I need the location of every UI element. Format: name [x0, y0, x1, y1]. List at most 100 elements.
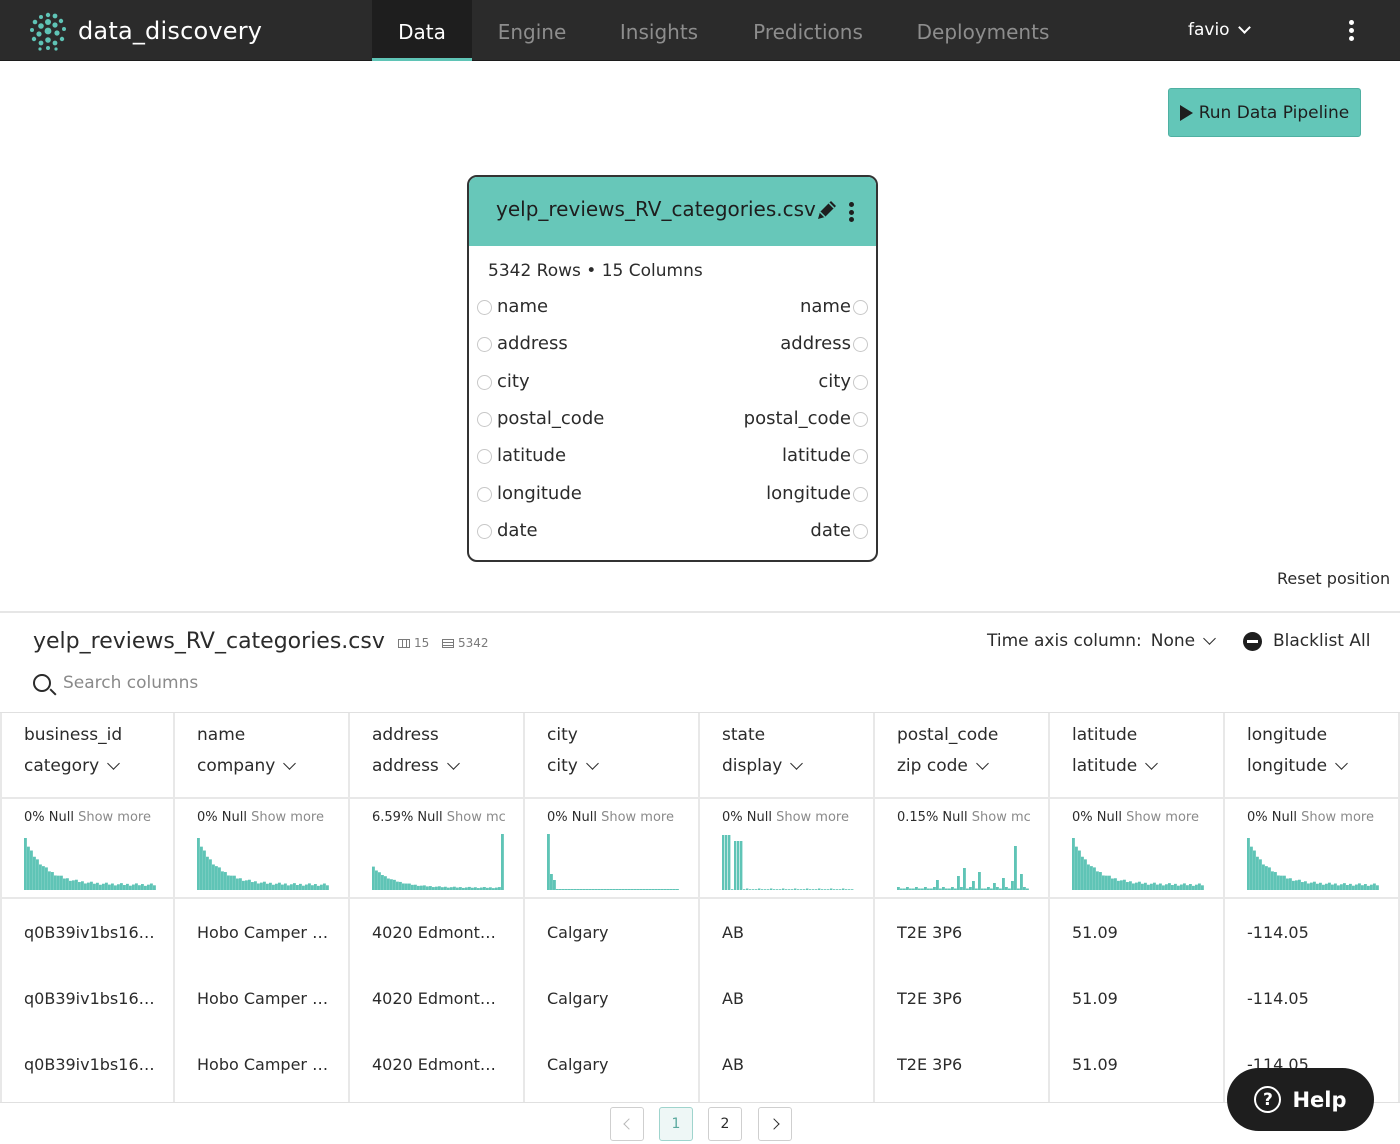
column-type-select[interactable]: company [197, 756, 297, 776]
histogram-bar [851, 889, 854, 890]
column-card: longitude longitude 0% Null Show more -114.… [1225, 713, 1400, 1102]
histogram-bar [598, 889, 601, 890]
tab-data[interactable]: Data [372, 0, 472, 61]
input-port-icon[interactable] [477, 337, 492, 352]
table-cell: Calgary [547, 923, 609, 942]
column-type-select[interactable]: city [547, 756, 599, 776]
histogram-bar [429, 886, 432, 890]
histogram-bar [1026, 888, 1029, 890]
histogram-bar [634, 889, 637, 890]
histogram-bar [1120, 880, 1123, 890]
tab-predictions[interactable]: Predictions [740, 0, 876, 61]
search-columns-input[interactable] [63, 673, 363, 693]
show-more-link[interactable]: Show more [776, 810, 849, 825]
column-header[interactable]: latitude latitude [1050, 713, 1223, 799]
tab-engine[interactable]: Engine [482, 0, 582, 61]
reset-position-link[interactable]: Reset position [1277, 569, 1390, 588]
histogram-bar [978, 872, 981, 890]
column-type-select[interactable]: longitude [1247, 756, 1348, 776]
input-port-icon[interactable] [477, 375, 492, 390]
histogram-bar [311, 885, 314, 890]
output-port-icon[interactable] [853, 412, 868, 427]
column-header[interactable]: postal_code zip code [875, 713, 1048, 799]
show-more-link[interactable]: Show mc [972, 810, 1031, 825]
histogram-bar [387, 878, 390, 890]
prev-page-button[interactable] [610, 1107, 644, 1141]
tab-insights[interactable]: Insights [600, 0, 718, 61]
tab-deployments[interactable]: Deployments [900, 0, 1066, 61]
time-axis-select[interactable]: Time axis column: None [987, 631, 1217, 651]
show-more-link[interactable]: Show more [78, 810, 151, 825]
histogram-bar [761, 889, 764, 890]
histogram-bar [1337, 885, 1340, 890]
histogram-bar [770, 888, 773, 890]
column-header[interactable]: city city [525, 713, 698, 799]
histogram-bar [933, 887, 936, 890]
column-name: city [547, 725, 578, 745]
output-port-icon[interactable] [853, 375, 868, 390]
user-menu[interactable]: favio [1188, 20, 1251, 40]
help-button[interactable]: ? Help [1227, 1068, 1374, 1131]
histogram-bar [1364, 884, 1367, 890]
column-name: state [722, 725, 766, 745]
histogram [1072, 838, 1204, 890]
input-port-icon[interactable] [477, 487, 492, 502]
blacklist-all-button[interactable]: Blacklist All [1243, 631, 1370, 651]
output-port-icon[interactable] [853, 487, 868, 502]
dataset-node[interactable]: yelp_reviews_RV_categories.csv 5342 Rows… [467, 175, 878, 562]
port-row: name name [469, 294, 876, 324]
input-port-icon[interactable] [477, 412, 492, 427]
pencil-icon[interactable] [814, 197, 840, 223]
column-stats: 6.59% Null Show mc [350, 799, 523, 899]
histogram-bar [906, 887, 909, 890]
output-port-icon[interactable] [853, 449, 868, 464]
show-more-link[interactable]: Show more [601, 810, 674, 825]
column-header[interactable]: name company [175, 713, 348, 799]
output-port-icon[interactable] [853, 524, 868, 539]
more-options-icon[interactable] [1345, 20, 1357, 42]
histogram-bar [1171, 885, 1174, 890]
chevron-down-icon [1237, 21, 1251, 34]
page-2-button[interactable]: 2 [708, 1107, 742, 1141]
histogram-bar [604, 889, 607, 890]
column-type-select[interactable]: latitude [1072, 756, 1159, 776]
page-1-button[interactable]: 1 [659, 1107, 693, 1141]
histogram-bar [987, 887, 990, 890]
input-port-icon[interactable] [477, 300, 492, 315]
histogram-bar [1168, 883, 1171, 890]
histogram-bar [197, 838, 200, 890]
histogram-bar [269, 882, 272, 890]
column-type-select[interactable]: display [722, 756, 804, 776]
column-header[interactable]: state display [700, 713, 873, 799]
play-icon [1179, 104, 1193, 121]
panel-divider[interactable] [0, 611, 1400, 613]
output-port-icon[interactable] [853, 337, 868, 352]
column-header[interactable]: business_id category [2, 713, 173, 799]
help-label: Help [1292, 1087, 1347, 1112]
output-port-icon[interactable] [853, 300, 868, 315]
show-more-link[interactable]: Show more [1301, 810, 1374, 825]
port-row: address address [469, 331, 876, 361]
show-more-link[interactable]: Show more [251, 810, 324, 825]
column-name: address [372, 725, 439, 745]
input-port-icon[interactable] [477, 524, 492, 539]
column-header[interactable]: address address [350, 713, 523, 799]
column-type-select[interactable]: address [372, 756, 460, 776]
brand[interactable]: data_discovery [26, 10, 262, 52]
column-type-select[interactable]: zip code [897, 756, 989, 776]
next-page-button[interactable] [758, 1107, 792, 1141]
histogram-bar [803, 889, 806, 890]
column-header[interactable]: longitude longitude [1225, 713, 1398, 799]
show-more-link[interactable]: Show mc [447, 810, 506, 825]
dataset-node-header[interactable]: yelp_reviews_RV_categories.csv [469, 177, 876, 246]
column-stats: 0% Null Show more [2, 799, 173, 899]
histogram-bar [827, 889, 830, 890]
input-port-icon[interactable] [477, 449, 492, 464]
histogram-bar [444, 886, 447, 890]
show-more-link[interactable]: Show more [1126, 810, 1199, 825]
node-options-icon[interactable] [849, 202, 855, 224]
run-data-pipeline-button[interactable]: Run Data Pipeline [1168, 88, 1361, 137]
null-percentage: 0% Null Show more [722, 810, 862, 825]
column-type-select[interactable]: category [24, 756, 121, 776]
port-label-right: address [780, 333, 851, 354]
